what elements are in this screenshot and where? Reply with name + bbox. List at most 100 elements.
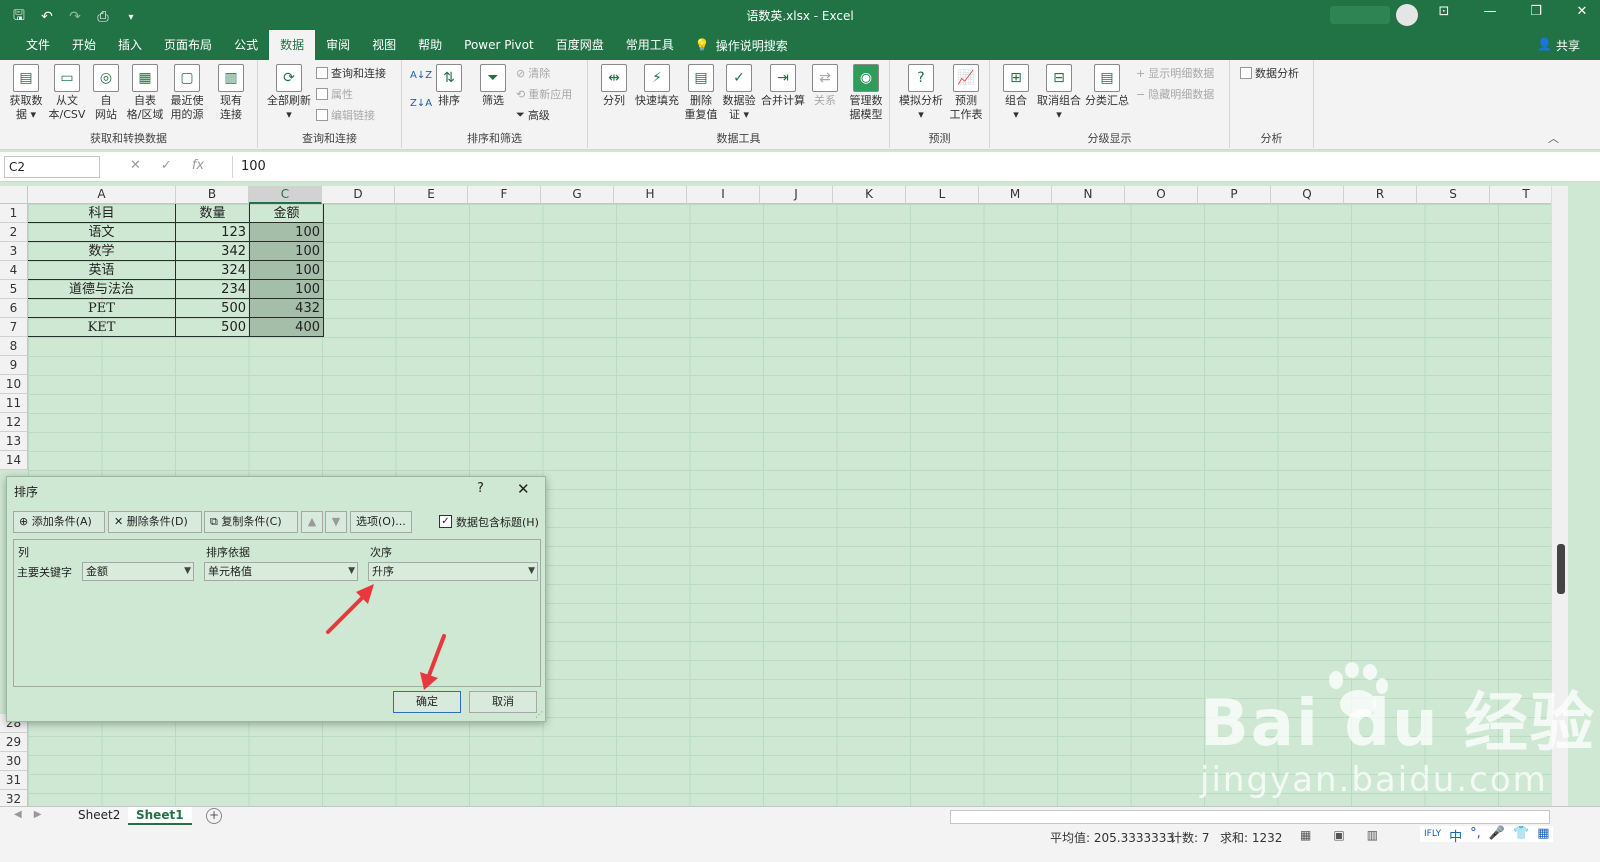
reapply-button[interactable]: ⟲ 重新应用	[516, 86, 572, 102]
sheet-tab-sheet2[interactable]: Sheet2	[70, 807, 128, 825]
column-header-R[interactable]: R	[1344, 186, 1417, 204]
row-header-29[interactable]: 29	[0, 733, 28, 752]
data-validation-button[interactable]: ✓ 数据验 证 ▾	[720, 64, 758, 122]
forecast-sheet-button[interactable]: 📈 预测 工作表	[946, 64, 986, 122]
ribbon-display-icon[interactable]: ⊡	[1436, 4, 1452, 19]
restore-icon[interactable]: ❐	[1528, 4, 1544, 19]
delete-level-button[interactable]: ✕ 删除条件(D)	[108, 511, 202, 533]
table-cell[interactable]: 数学	[28, 242, 176, 261]
move-up-button[interactable]: ▲	[301, 511, 323, 533]
column-header-E[interactable]: E	[395, 186, 468, 204]
row-header-2[interactable]: 2	[0, 223, 28, 242]
options-button[interactable]: 选项(O)...	[350, 511, 412, 533]
column-header-N[interactable]: N	[1052, 186, 1125, 204]
column-header-Q[interactable]: Q	[1271, 186, 1344, 204]
column-header-A[interactable]: A	[28, 186, 176, 204]
row-header-14[interactable]: 14	[0, 451, 28, 470]
row-header-6[interactable]: 6	[0, 299, 28, 318]
row-header-5[interactable]: 5	[0, 280, 28, 299]
table-cell[interactable]: 100	[250, 280, 324, 299]
row-header-32[interactable]: 32	[0, 790, 28, 806]
text-to-columns-button[interactable]: ⇹ 分列	[598, 64, 630, 108]
filter-button[interactable]: ⏷ 筛选	[476, 64, 510, 108]
scroll-left-icon[interactable]: ◀	[14, 809, 22, 820]
relationships-button[interactable]: ⇄ 关系	[808, 64, 842, 108]
scroll-right-icon[interactable]: ▶	[34, 809, 42, 820]
collapse-ribbon-icon[interactable]: ︿	[1548, 130, 1559, 146]
ok-button[interactable]: 确定	[393, 691, 461, 713]
get-data-button[interactable]: ▤ 获取数 据 ▾	[6, 64, 46, 122]
row-header-12[interactable]: 12	[0, 413, 28, 432]
copy-level-button[interactable]: ⧉ 复制条件(C)	[204, 511, 298, 533]
data-analysis-button[interactable]: 数据分析	[1240, 65, 1299, 81]
ifly-icon[interactable]: IFLY	[1424, 826, 1441, 842]
properties-button[interactable]: 属性	[316, 86, 353, 102]
refresh-all-button[interactable]: ⟳ 全部刷新 ▾	[264, 64, 314, 122]
insert-function-icon[interactable]: fx	[192, 158, 204, 173]
advanced-button[interactable]: ⏷ 高级	[516, 107, 550, 123]
move-down-button[interactable]: ▼	[325, 511, 347, 533]
column-header-J[interactable]: J	[760, 186, 833, 204]
sort-desc-icon[interactable]: Z↓A	[410, 98, 432, 109]
formula-input[interactable]: 100	[232, 156, 1592, 178]
select-all-corner[interactable]	[0, 186, 28, 204]
row-header-8[interactable]: 8	[0, 337, 28, 356]
avatar[interactable]	[1396, 4, 1418, 26]
table-cell[interactable]: 324	[176, 261, 250, 280]
sort-button[interactable]: ⇅ 排序	[432, 64, 466, 108]
column-header-D[interactable]: D	[322, 186, 395, 204]
sheet-tab-sheet1[interactable]: Sheet1	[128, 807, 192, 825]
has-headers-checkbox[interactable]: ✓	[439, 515, 452, 528]
row-header-4[interactable]: 4	[0, 261, 28, 280]
column-header-P[interactable]: P	[1198, 186, 1271, 204]
subtotal-button[interactable]: ▤ 分类汇总	[1084, 64, 1130, 108]
edit-links-button[interactable]: 编辑链接	[316, 107, 375, 123]
queries-connections-button[interactable]: 查询和连接	[316, 65, 386, 81]
tab-view[interactable]: 视图	[361, 30, 407, 60]
table-header-cell[interactable]: 科目	[28, 204, 176, 223]
from-text-csv-button[interactable]: ▭ 从文 本/CSV	[46, 64, 88, 122]
tab-home[interactable]: 开始	[61, 30, 107, 60]
ime-punctuation-icon[interactable]: °,	[1470, 826, 1481, 842]
row-header-13[interactable]: 13	[0, 432, 28, 451]
tell-me-search[interactable]: 💡 操作说明搜索	[695, 37, 788, 54]
tab-page-layout[interactable]: 页面布局	[153, 30, 223, 60]
table-cell[interactable]: 500	[176, 318, 250, 337]
row-header-30[interactable]: 30	[0, 752, 28, 771]
table-cell[interactable]: 342	[176, 242, 250, 261]
row-header-7[interactable]: 7	[0, 318, 28, 337]
sort-asc-icon[interactable]: A↓Z	[410, 70, 432, 81]
table-cell[interactable]: 123	[176, 223, 250, 242]
existing-connections-button[interactable]: ▥ 现有 连接	[210, 64, 252, 122]
name-box[interactable]: C2	[4, 156, 100, 178]
column-header-F[interactable]: F	[468, 186, 541, 204]
vertical-scroll-thumb[interactable]	[1557, 544, 1565, 594]
column-header-L[interactable]: L	[906, 186, 979, 204]
skin-icon[interactable]: 👕	[1513, 826, 1529, 842]
column-select[interactable]: 金额 ▼	[82, 562, 194, 581]
column-header-I[interactable]: I	[687, 186, 760, 204]
manage-data-model-button[interactable]: ◉ 管理数 据模型	[844, 64, 888, 122]
hide-detail-button[interactable]: − 隐藏明细数据	[1136, 86, 1214, 102]
column-header-K[interactable]: K	[833, 186, 906, 204]
row-header-31[interactable]: 31	[0, 771, 28, 790]
table-cell[interactable]: 100	[250, 261, 324, 280]
page-break-view-icon[interactable]: ▥	[1367, 828, 1378, 842]
tab-common-tools[interactable]: 常用工具	[615, 30, 685, 60]
from-table-button[interactable]: ▦ 自表 格/区域	[124, 64, 166, 122]
ime-chinese-icon[interactable]: 中	[1449, 826, 1462, 845]
from-web-button[interactable]: ◎ 自 网站	[90, 64, 122, 122]
microphone-icon[interactable]: 🎤	[1489, 826, 1505, 842]
recent-sources-button[interactable]: ▢ 最近使 用的源	[166, 64, 208, 122]
row-header-1[interactable]: 1	[0, 204, 28, 223]
row-header-3[interactable]: 3	[0, 242, 28, 261]
minimize-icon[interactable]: —	[1482, 4, 1498, 19]
column-header-S[interactable]: S	[1417, 186, 1490, 204]
table-cell[interactable]: KET	[28, 318, 176, 337]
tab-data[interactable]: 数据	[269, 30, 316, 60]
remove-duplicates-button[interactable]: ▤ 删除 重复值	[682, 64, 720, 122]
table-cell[interactable]: 100	[250, 242, 324, 261]
flash-fill-button[interactable]: ⚡ 快速填充	[634, 64, 680, 108]
resize-grip-icon[interactable]: ⋰	[535, 710, 543, 719]
horizontal-scrollbar[interactable]	[950, 810, 1550, 824]
